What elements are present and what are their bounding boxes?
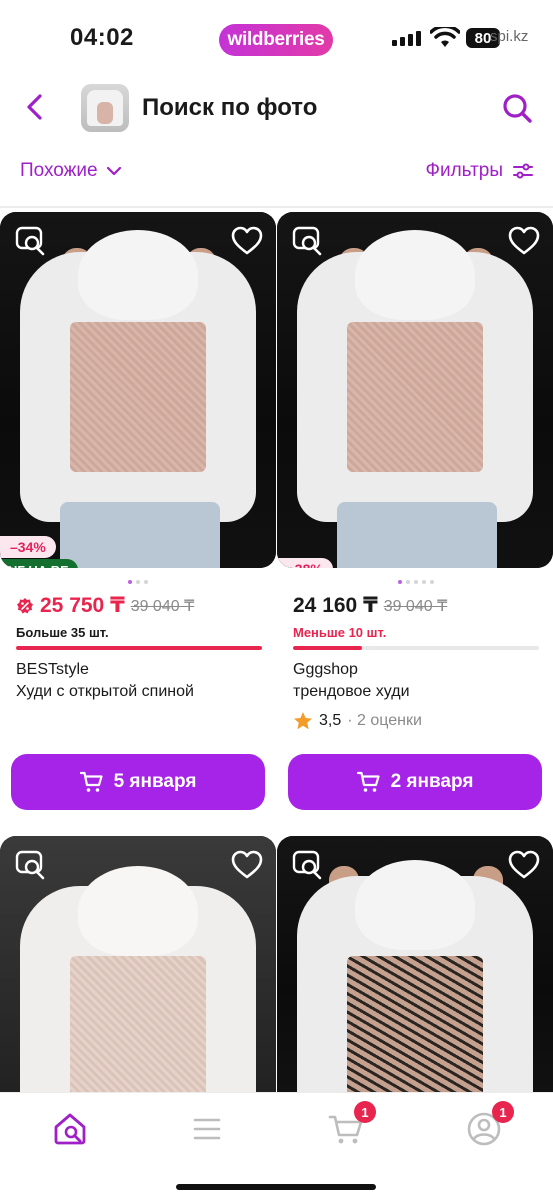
discount-badge: –34%: [0, 536, 56, 558]
home-search-icon[interactable]: [50, 1109, 90, 1149]
product-image[interactable]: [0, 836, 276, 1092]
product-image[interactable]: –38%: [277, 212, 553, 568]
stock-label: Больше 35 шт.: [16, 625, 109, 640]
cart-nav-item[interactable]: 1: [326, 1101, 376, 1149]
wifi-icon: [430, 27, 460, 47]
sliders-icon: [513, 163, 533, 179]
chevron-down-icon: [106, 166, 121, 176]
filters-label: Фильтры: [425, 160, 503, 181]
brand-pill: wildberries: [219, 24, 333, 56]
heart-icon[interactable]: [507, 848, 541, 882]
product-card[interactable]: –34% НГ НА ВБ: [0, 212, 276, 568]
back-arrow-icon[interactable]: [22, 92, 48, 122]
page-title: Поиск по фото: [142, 94, 318, 121]
cart-icon: [356, 771, 380, 792]
divider: [0, 206, 553, 208]
promo-badge: НГ НА ВБ: [0, 559, 78, 568]
stock-bar: [293, 646, 539, 650]
profile-nav-item[interactable]: 1: [464, 1101, 514, 1149]
image-pager: [398, 580, 434, 584]
product-price: 25 750 ₸: [40, 594, 125, 617]
rating-count: · 2 оценки: [347, 712, 422, 729]
heart-icon[interactable]: [507, 224, 541, 258]
product-card[interactable]: [277, 836, 553, 1092]
menu-icon[interactable]: [187, 1109, 227, 1149]
image-search-icon[interactable]: [291, 848, 325, 882]
cart-badge: 1: [354, 1101, 376, 1123]
cart-icon: [79, 771, 103, 792]
filters-button[interactable]: Фильтры: [426, 160, 533, 182]
seller-name[interactable]: BESTstyle: [16, 661, 89, 679]
status-bar: 04:02 wildberries 80 spi.kz: [0, 0, 553, 78]
old-price: 39 040 ₸: [383, 597, 448, 615]
search-photo-thumbnail[interactable]: [81, 84, 129, 132]
old-price: 39 040 ₸: [130, 597, 195, 615]
similar-dropdown[interactable]: Похожие: [20, 160, 122, 182]
product-title[interactable]: Худи с открытой спиной: [16, 683, 194, 701]
header: Поиск по фото: [0, 78, 553, 142]
image-search-icon[interactable]: [14, 224, 48, 258]
product-title[interactable]: трендовое худи: [293, 683, 410, 701]
filter-bar: Похожие Фильтры: [0, 150, 553, 196]
signal-icon: [392, 31, 421, 46]
product-image[interactable]: [277, 836, 553, 1092]
product-price: 24 160 ₸: [293, 594, 378, 617]
discount-percent-icon: [17, 597, 33, 613]
add-to-cart-button[interactable]: 2 января: [288, 754, 542, 810]
add-to-cart-button[interactable]: 5 января: [11, 754, 265, 810]
heart-icon[interactable]: [230, 848, 264, 882]
star-icon: [294, 712, 312, 730]
price-row: 25 750 ₸ 39 040 ₸: [16, 593, 194, 618]
image-search-icon[interactable]: [291, 224, 325, 258]
watermark: spi.kz: [490, 28, 529, 45]
product-card[interactable]: –38%: [277, 212, 553, 568]
seller-name[interactable]: Gggshop: [293, 661, 358, 679]
status-time: 04:02: [70, 24, 134, 51]
image-pager: [128, 580, 148, 584]
delivery-date: 5 января: [113, 771, 197, 792]
home-indicator: [176, 1184, 376, 1190]
similar-label: Похожие: [20, 160, 98, 181]
price-row: 24 160 ₸ 39 040 ₸: [293, 593, 447, 618]
stock-bar: [16, 646, 262, 650]
product-card[interactable]: [0, 836, 276, 1092]
stock-bar-fill: [293, 646, 362, 650]
rating-value: 3,5: [319, 712, 342, 729]
stock-bar-fill: [16, 646, 262, 650]
stock-label: Меньше 10 шт.: [293, 625, 387, 640]
heart-icon[interactable]: [230, 224, 264, 258]
search-icon[interactable]: [501, 92, 533, 124]
image-search-icon[interactable]: [14, 848, 48, 882]
delivery-date: 2 января: [390, 771, 474, 792]
product-image[interactable]: –34% НГ НА ВБ: [0, 212, 276, 568]
profile-badge: 1: [492, 1101, 514, 1123]
discount-badge: –38%: [277, 558, 333, 568]
rating[interactable]: 3,5 · 2 оценки: [293, 711, 422, 731]
